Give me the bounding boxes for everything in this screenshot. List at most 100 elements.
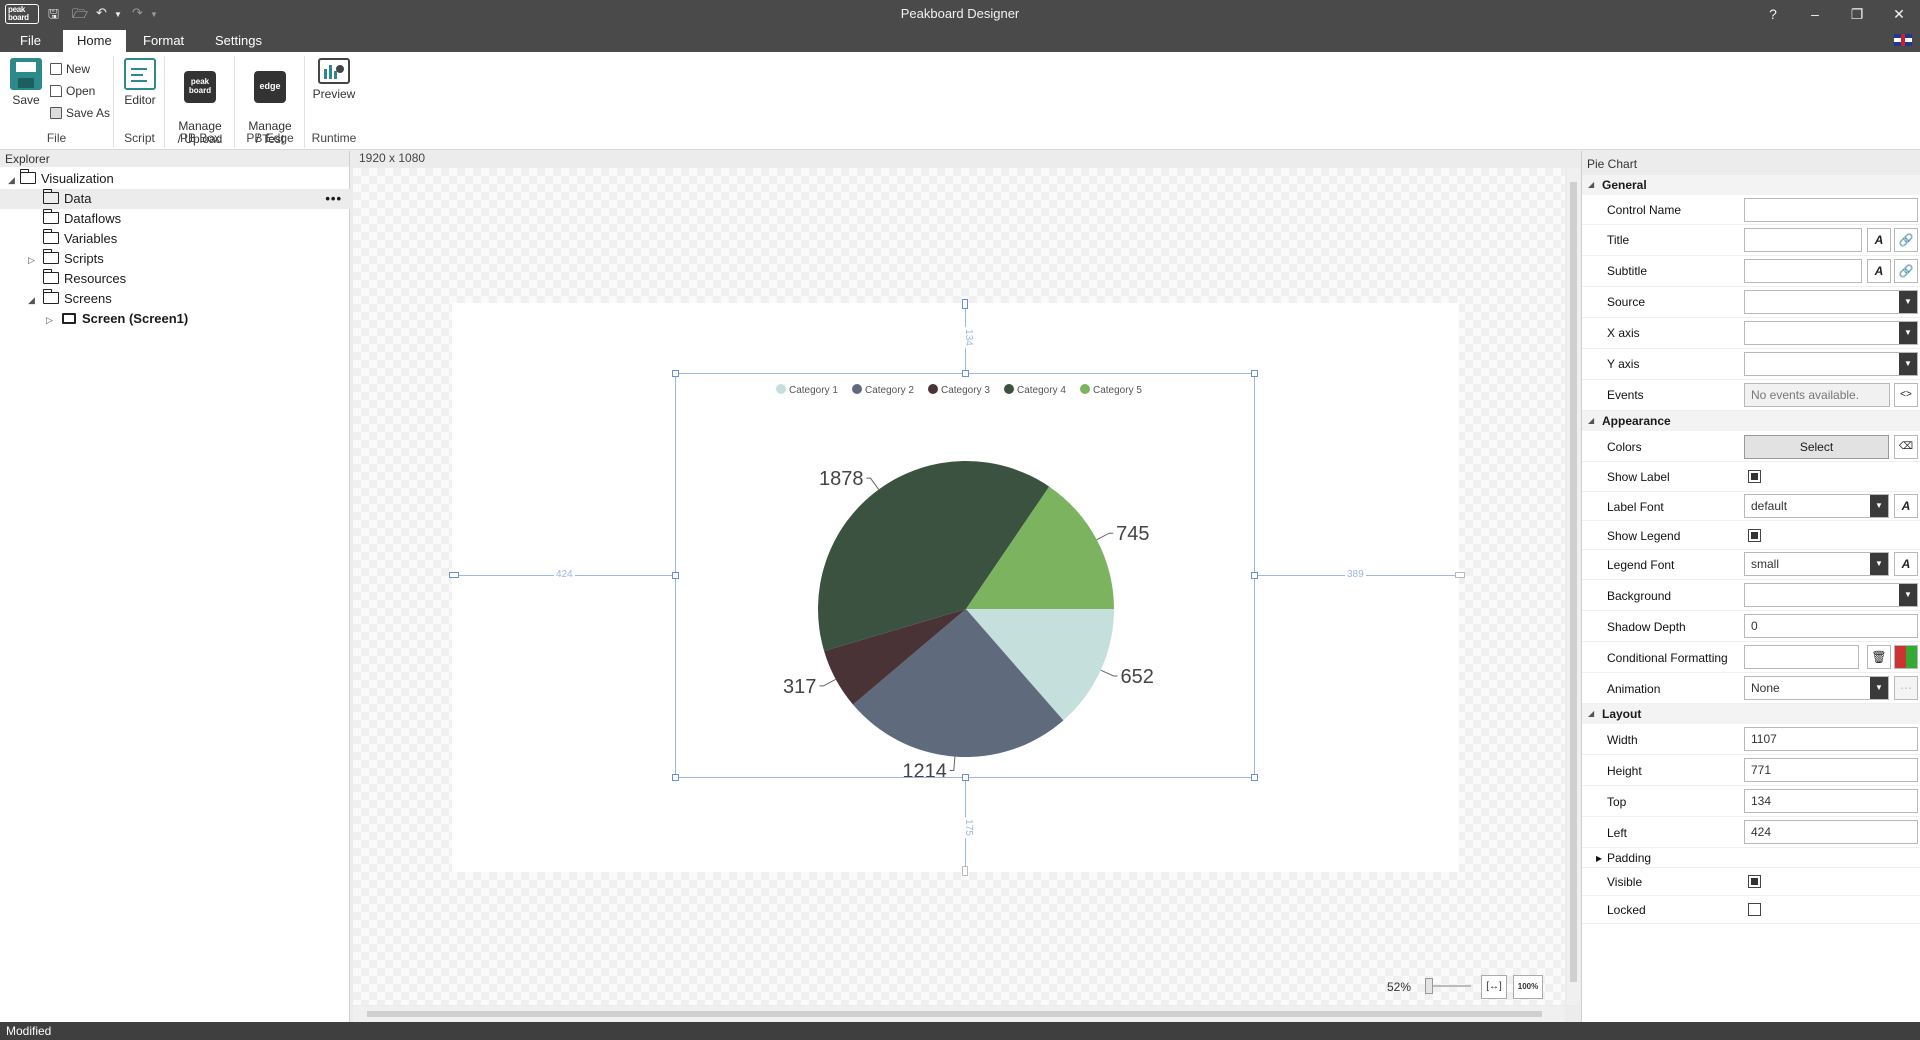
collapsed-arrow-icon[interactable]: ▷ xyxy=(46,310,62,330)
x-axis-select[interactable]: ▼ xyxy=(1744,321,1918,345)
expanded-arrow-icon[interactable]: ◢ xyxy=(8,170,20,190)
conditional-rules-icon[interactable] xyxy=(1894,645,1918,669)
expand-arrow-icon[interactable]: ▸ xyxy=(1596,851,1602,865)
folder-quick-icon[interactable]: 🗁 xyxy=(72,5,88,27)
save-button[interactable]: Save xyxy=(8,58,44,107)
ribbon-group-pbedge: edge Manage / Test PB Edge xyxy=(236,56,305,148)
ribbon-group-pbbox: peak board Manage / Upload PB Box xyxy=(166,56,235,148)
file-group-label: File xyxy=(46,131,67,145)
more-options-icon[interactable]: ••• xyxy=(325,189,342,209)
chevron-down-icon[interactable]: ▼ xyxy=(1899,322,1917,344)
undo-icon[interactable]: ↶ xyxy=(96,5,107,21)
clear-icon[interactable]: ⌫ xyxy=(1894,435,1918,459)
locked-checkbox[interactable] xyxy=(1748,903,1761,916)
y-axis-select[interactable]: ▼ xyxy=(1744,352,1918,376)
source-select[interactable]: ▼ xyxy=(1744,290,1918,314)
colors-select-button[interactable]: Select xyxy=(1744,435,1889,459)
editor-icon xyxy=(124,58,156,90)
font-format-icon[interactable]: A xyxy=(1867,228,1891,252)
scrollbar-thumb[interactable] xyxy=(367,1011,1542,1017)
left-guide-handle[interactable] xyxy=(449,572,459,578)
save-as-button[interactable]: Save As xyxy=(50,104,110,122)
minimize-button[interactable]: – xyxy=(1800,3,1830,25)
tree-item-variables[interactable]: Variables xyxy=(0,229,350,249)
save-quick-icon[interactable]: 🖫 xyxy=(48,5,59,27)
right-guide-handle[interactable] xyxy=(1455,572,1465,578)
visible-checkbox[interactable] xyxy=(1748,875,1761,888)
show-legend-checkbox[interactable] xyxy=(1748,529,1761,542)
legend-font-select[interactable]: small ▼ xyxy=(1744,552,1889,576)
save-label: Save xyxy=(12,93,40,107)
close-button[interactable]: ✕ xyxy=(1884,3,1914,25)
section-general[interactable]: General xyxy=(1582,175,1920,195)
height-input[interactable]: 771 xyxy=(1744,758,1918,782)
tree-item-resources[interactable]: Resources xyxy=(0,269,350,289)
scrollbar-thumb[interactable] xyxy=(1570,182,1577,982)
zoom-slider-thumb[interactable] xyxy=(1425,978,1433,994)
background-select[interactable]: ▼ xyxy=(1744,583,1918,607)
chevron-down-icon[interactable]: ▼ xyxy=(1899,584,1917,606)
font-format-icon[interactable]: A xyxy=(1894,552,1918,576)
tree-item-data[interactable]: Data ••• xyxy=(0,189,350,209)
restore-button[interactable]: ❐ xyxy=(1842,3,1872,25)
new-label: New xyxy=(66,62,91,76)
chevron-down-icon[interactable]: ▼ xyxy=(1899,291,1917,313)
prop-padding[interactable]: ▸ Padding xyxy=(1582,848,1920,868)
language-flag-icon[interactable] xyxy=(1894,34,1912,46)
tab-format[interactable]: Format xyxy=(131,30,196,52)
help-button[interactable]: ? xyxy=(1758,3,1788,25)
editor-button[interactable]: Editor xyxy=(122,58,158,107)
preview-button[interactable]: Preview xyxy=(310,58,358,101)
code-icon[interactable]: <> xyxy=(1894,383,1918,407)
zoom-100-icon[interactable]: 100% xyxy=(1513,975,1543,999)
script-group-label: Script xyxy=(124,131,155,145)
show-label-checkbox[interactable] xyxy=(1748,470,1761,483)
link-icon[interactable]: 🔗 xyxy=(1894,259,1918,283)
subtitle-input[interactable] xyxy=(1744,259,1862,283)
tree-label: Scripts xyxy=(64,251,104,266)
width-input[interactable]: 1107 xyxy=(1744,727,1918,751)
redo-icon[interactable]: ↷ xyxy=(132,5,143,21)
label-font-select[interactable]: default ▼ xyxy=(1744,494,1889,518)
link-icon[interactable]: 🔗 xyxy=(1894,228,1918,252)
expanded-arrow-icon[interactable]: ◢ xyxy=(28,290,43,310)
top-guide-handle[interactable] xyxy=(962,299,968,309)
label-leader-line xyxy=(1100,669,1118,677)
app-logo: peak board xyxy=(5,4,39,24)
chevron-down-icon[interactable]: ▼ xyxy=(1870,677,1888,699)
data-label: 745 xyxy=(1116,523,1149,545)
conditional-formatting-field[interactable] xyxy=(1744,645,1859,669)
new-button[interactable]: New xyxy=(50,60,90,78)
fit-to-screen-icon[interactable]: [↔] xyxy=(1481,975,1507,999)
tree-item-screens[interactable]: ◢ Screens xyxy=(0,289,350,309)
title-input[interactable] xyxy=(1744,228,1862,252)
trash-icon[interactable]: 🗑 xyxy=(1867,645,1891,669)
open-button[interactable]: Open xyxy=(50,82,95,100)
animation-select[interactable]: None ▼ xyxy=(1744,676,1889,700)
collapsed-arrow-icon[interactable]: ▷ xyxy=(28,250,43,270)
undo-dropdown-icon[interactable]: ▼ xyxy=(114,10,122,19)
section-layout[interactable]: Layout xyxy=(1582,704,1920,724)
section-appearance[interactable]: Appearance xyxy=(1582,411,1920,431)
tree-item-scripts[interactable]: ▷ Scripts xyxy=(0,249,350,269)
tree-item-dataflows[interactable]: Dataflows xyxy=(0,209,350,229)
chevron-down-icon[interactable]: ▼ xyxy=(1870,553,1888,575)
font-format-icon[interactable]: A xyxy=(1867,259,1891,283)
redo-dropdown-icon[interactable]: ▼ xyxy=(150,10,158,19)
chevron-down-icon[interactable]: ▼ xyxy=(1870,495,1888,517)
top-input[interactable]: 134 xyxy=(1744,789,1918,813)
chevron-down-icon[interactable]: ▼ xyxy=(1899,353,1917,375)
tab-file[interactable]: File xyxy=(8,30,53,52)
zoom-level: 52% xyxy=(1387,980,1412,994)
tab-settings[interactable]: Settings xyxy=(203,30,274,52)
tree-item-visualization[interactable]: ◢ Visualization xyxy=(0,169,350,189)
control-name-input[interactable] xyxy=(1744,198,1918,222)
tab-home[interactable]: Home xyxy=(63,30,126,52)
left-input[interactable]: 424 xyxy=(1744,820,1918,844)
vertical-scrollbar[interactable] xyxy=(1567,168,1580,1005)
tree-item-screen1[interactable]: ▷ Screen (Screen1) xyxy=(0,309,350,329)
horizontal-scrollbar[interactable] xyxy=(353,1006,1565,1022)
font-format-icon[interactable]: A xyxy=(1894,494,1918,518)
shadow-depth-input[interactable]: 0 xyxy=(1744,614,1918,638)
bottom-guide-handle[interactable] xyxy=(962,866,968,876)
